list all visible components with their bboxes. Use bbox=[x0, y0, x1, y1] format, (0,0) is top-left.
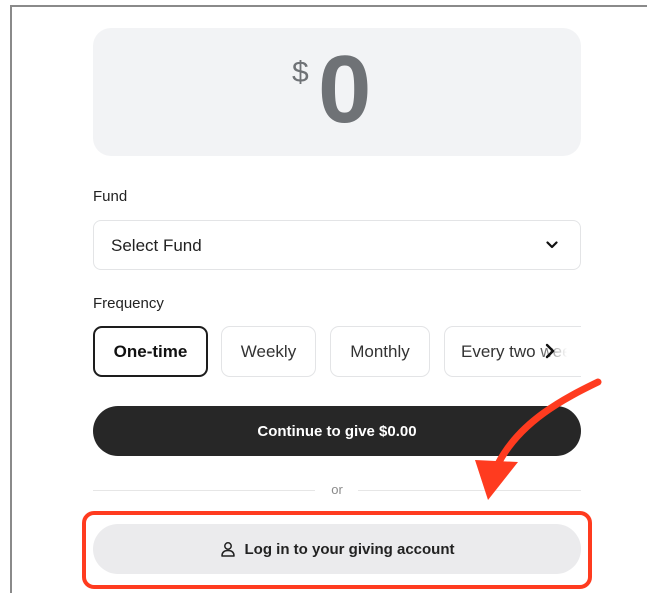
giving-form: $ 0 Fund Select Fund Frequency One-time … bbox=[0, 0, 647, 593]
window-border-top bbox=[10, 5, 647, 7]
window-border-left bbox=[10, 5, 12, 593]
frequency-scroll-fade bbox=[535, 327, 581, 376]
login-giving-account-button[interactable]: Log in to your giving account bbox=[93, 524, 581, 574]
frequency-option-weekly[interactable]: Weekly bbox=[221, 326, 316, 377]
divider-or: or bbox=[331, 482, 343, 497]
divider-line-left bbox=[93, 490, 315, 491]
frequency-option-one-time[interactable]: One-time bbox=[93, 326, 208, 377]
person-icon bbox=[220, 542, 235, 557]
divider-line-right bbox=[358, 490, 581, 491]
frequency-option-monthly[interactable]: Monthly bbox=[330, 326, 430, 377]
amount-value: 0 bbox=[318, 36, 372, 143]
currency-symbol: $ bbox=[292, 56, 309, 89]
fund-label: Fund bbox=[93, 188, 128, 205]
chevron-right-icon[interactable] bbox=[544, 343, 556, 359]
continue-to-give-button[interactable]: Continue to give $0.00 bbox=[93, 406, 581, 456]
fund-select-value: Select Fund bbox=[111, 236, 202, 255]
frequency-label: Frequency bbox=[93, 295, 164, 312]
fund-select[interactable]: Select Fund bbox=[93, 220, 581, 270]
chevron-down-icon bbox=[546, 241, 558, 249]
login-button-label: Log in to your giving account bbox=[244, 540, 455, 558]
